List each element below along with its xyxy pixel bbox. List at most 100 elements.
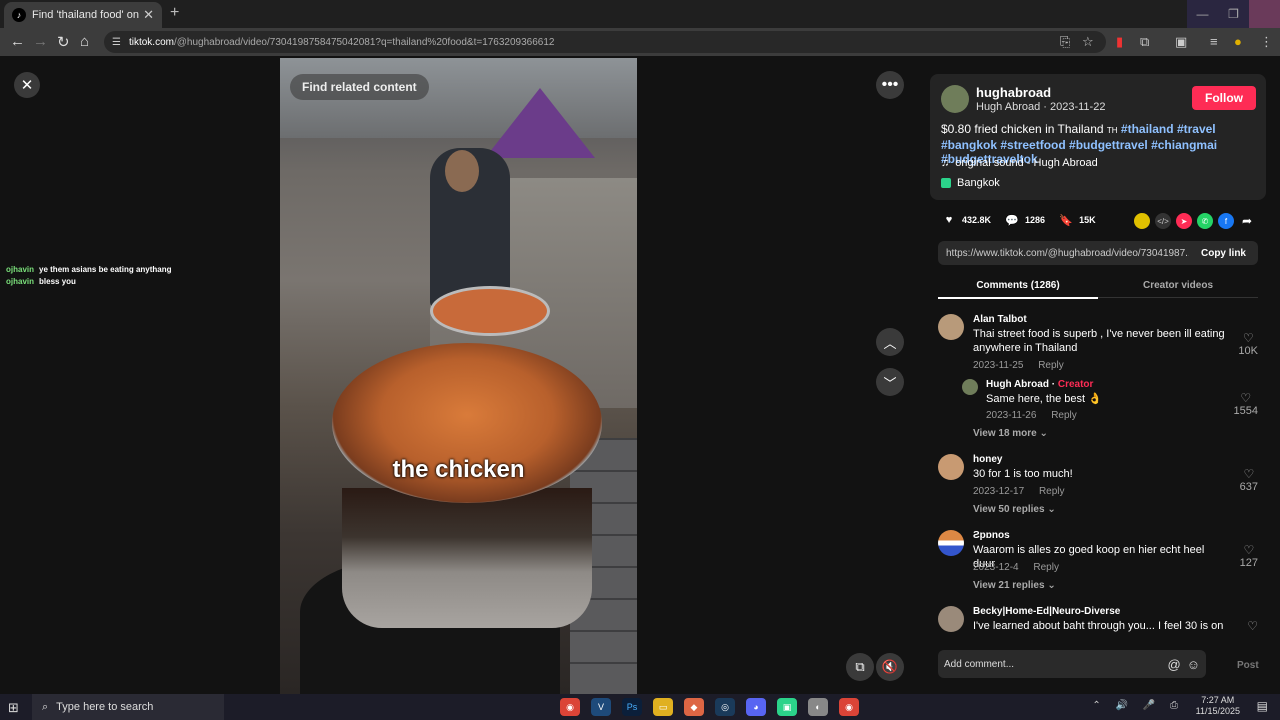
creator-badge: Creator bbox=[1057, 379, 1094, 390]
picture-in-picture-icon[interactable]: ⧉ bbox=[846, 653, 874, 681]
comment-like[interactable]: ♡ 10K bbox=[1238, 331, 1258, 357]
close-icon[interactable]: ✕ bbox=[14, 72, 40, 98]
url-domain: tiktok.com bbox=[128, 36, 174, 48]
steam-app-icon[interactable]: ◎ bbox=[715, 698, 735, 716]
browser-tab[interactable]: ♪ Find 'thailand food' on TikTok | ✕ bbox=[4, 2, 162, 28]
commenter-avatar[interactable] bbox=[962, 379, 978, 395]
reply-button[interactable]: Reply bbox=[1039, 486, 1065, 497]
reply-button[interactable]: Reply bbox=[1033, 562, 1059, 573]
like-action[interactable]: ♥ 432.8K bbox=[940, 211, 991, 229]
location-row[interactable]: Bangkok bbox=[941, 177, 1000, 189]
clock[interactable]: 7:27 AM 11/15/2025 bbox=[1196, 695, 1240, 717]
share-arrow-icon[interactable]: ➦ bbox=[1239, 213, 1255, 229]
send-to-friends-icon[interactable]: ➤ bbox=[1176, 213, 1192, 229]
emoji-icon[interactable]: ☺ bbox=[1187, 657, 1200, 672]
comment-like[interactable]: ♡ bbox=[1247, 619, 1258, 633]
site-info-icon[interactable]: ☰ bbox=[112, 37, 121, 48]
next-video-chevron-down-icon[interactable]: ﹀ bbox=[876, 368, 904, 396]
commenter-name[interactable]: Ƨpɒnos bbox=[973, 530, 1010, 541]
hashtag-link[interactable]: #bangkok bbox=[941, 138, 997, 152]
comment-like[interactable]: ♡ 637 bbox=[1240, 467, 1258, 493]
view-more-replies[interactable]: View 50 replies ⌄ bbox=[973, 504, 1056, 515]
app-icon[interactable]: ▣ bbox=[777, 698, 797, 716]
hashtag-link[interactable]: #travel bbox=[1177, 122, 1216, 136]
home-icon[interactable]: ⌂ bbox=[80, 33, 89, 50]
split-view-icon[interactable]: ▣ bbox=[1175, 34, 1187, 50]
chevron-down-icon: ⌄ bbox=[1039, 428, 1048, 439]
commenter-avatar[interactable] bbox=[938, 530, 964, 556]
commenter-avatar[interactable] bbox=[938, 606, 964, 632]
view-more-replies[interactable]: View 18 more ⌄ bbox=[973, 428, 1048, 439]
extension-icon[interactable]: ▮ bbox=[1116, 34, 1123, 50]
sound-row[interactable]: ♫ original sound - Hugh Abroad bbox=[941, 157, 1098, 169]
facebook-icon[interactable]: f bbox=[1218, 213, 1234, 229]
comment-action[interactable]: 💬 1286 bbox=[1003, 211, 1045, 229]
vivado-app-icon[interactable]: V bbox=[591, 698, 611, 716]
bookmark-star-icon[interactable]: ☆ bbox=[1082, 34, 1094, 50]
comments-list: Alan Talbot Thai street food is superb ,… bbox=[938, 311, 1262, 636]
window-close-button[interactable] bbox=[1249, 0, 1280, 28]
extensions-puzzle-icon[interactable]: ⧉ bbox=[1140, 34, 1149, 50]
discord-app-icon[interactable]: ◕ bbox=[746, 698, 766, 716]
copy-link-button[interactable]: Copy link bbox=[1189, 248, 1258, 259]
commenter-name[interactable]: Becky|Home-Ed|Neuro-Diverse bbox=[973, 606, 1120, 617]
comment-like-count: 1554 bbox=[1233, 405, 1258, 417]
tab-comments[interactable]: Comments (1286) bbox=[938, 280, 1098, 299]
author-avatar[interactable] bbox=[941, 85, 969, 113]
comment-like[interactable]: ♡ 127 bbox=[1240, 543, 1258, 569]
chat-text: bless you bbox=[39, 277, 76, 286]
file-explorer-icon[interactable]: ▭ bbox=[653, 698, 673, 716]
view-more-replies[interactable]: View 21 replies ⌄ bbox=[973, 580, 1056, 591]
chrome-app-icon[interactable]: ◉ bbox=[560, 698, 580, 716]
app-icon[interactable]: ◆ bbox=[684, 698, 704, 716]
taskbar-search[interactable]: ⌕ Type here to search bbox=[32, 694, 224, 720]
mute-icon[interactable]: 🔇 bbox=[876, 653, 904, 681]
comment-like[interactable]: ♡ 1554 bbox=[1234, 391, 1258, 417]
install-icon[interactable]: ⎘ bbox=[1060, 34, 1070, 50]
reply-button[interactable]: Reply bbox=[1038, 360, 1064, 371]
reload-icon[interactable]: ↻ bbox=[57, 33, 70, 51]
emoji-share-icon[interactable] bbox=[1134, 213, 1150, 229]
mention-icon[interactable]: @ bbox=[1168, 657, 1181, 672]
share-link-url[interactable]: https://www.tiktok.com/@hughabroad/video… bbox=[946, 248, 1189, 259]
hashtag-link[interactable]: #budgettravel bbox=[1069, 138, 1148, 152]
hashtag-link[interactable]: #streetfood bbox=[1000, 138, 1065, 152]
minimize-button[interactable]: — bbox=[1187, 0, 1218, 28]
commenter-avatar[interactable] bbox=[938, 314, 964, 340]
notification-icon[interactable]: ▤ bbox=[1257, 699, 1268, 713]
tab-creator-videos[interactable]: Creator videos bbox=[1098, 280, 1258, 291]
media-control-icon[interactable]: ≡ bbox=[1210, 34, 1218, 49]
whatsapp-icon[interactable]: ✆ bbox=[1197, 213, 1213, 229]
windows-start-icon[interactable]: ⊞ bbox=[8, 700, 19, 716]
tab-close-icon[interactable]: ✕ bbox=[143, 7, 154, 23]
more-options-icon[interactable]: ••• bbox=[876, 71, 904, 99]
browser-menu-icon[interactable]: ⋮ bbox=[1260, 34, 1273, 50]
video-player[interactable]: Find related content the chicken bbox=[280, 58, 637, 694]
chrome-app-icon[interactable]: ◉ bbox=[839, 698, 859, 716]
commenter-name[interactable]: honey bbox=[973, 454, 1002, 465]
commenter-name[interactable]: Alan Talbot bbox=[973, 314, 1027, 325]
photoshop-app-icon[interactable]: Ps bbox=[622, 698, 642, 716]
profile-avatar[interactable]: ● bbox=[1234, 34, 1242, 49]
commenter-name[interactable]: Hugh Abroad · Creator bbox=[986, 379, 1093, 390]
find-related-content-button[interactable]: Find related content bbox=[290, 74, 429, 100]
author-username[interactable]: hughabroad bbox=[976, 85, 1051, 100]
embed-code-icon[interactable]: </> bbox=[1155, 213, 1171, 229]
maximize-button[interactable]: ❐ bbox=[1218, 0, 1249, 28]
save-action[interactable]: 🔖 15K bbox=[1057, 211, 1095, 229]
reply-button[interactable]: Reply bbox=[1051, 410, 1077, 421]
system-tray-icons[interactable]: ⌃ 🔊 🎤 ⎙ bbox=[1092, 700, 1184, 711]
previous-video-chevron-up-icon[interactable]: ︿ bbox=[876, 328, 904, 356]
url-input[interactable]: ☰ tiktok.com /@hughabroad/video/73041987… bbox=[104, 31, 1106, 53]
follow-button[interactable]: Follow bbox=[1192, 86, 1256, 110]
comment-input[interactable]: Add comment... @ ☺ bbox=[938, 650, 1206, 678]
new-tab-button[interactable]: + bbox=[170, 4, 179, 22]
forward-icon[interactable]: → bbox=[33, 33, 48, 50]
back-icon[interactable]: ← bbox=[10, 33, 25, 50]
hashtag-link[interactable]: #thailand bbox=[1121, 122, 1174, 136]
post-button[interactable]: Post bbox=[1237, 660, 1259, 671]
comment-date: 2023-12-4 bbox=[973, 562, 1019, 573]
commenter-avatar[interactable] bbox=[938, 454, 964, 480]
hashtag-link[interactable]: #chiangmai bbox=[1151, 138, 1217, 152]
app-icon[interactable]: ◐ bbox=[808, 698, 828, 716]
